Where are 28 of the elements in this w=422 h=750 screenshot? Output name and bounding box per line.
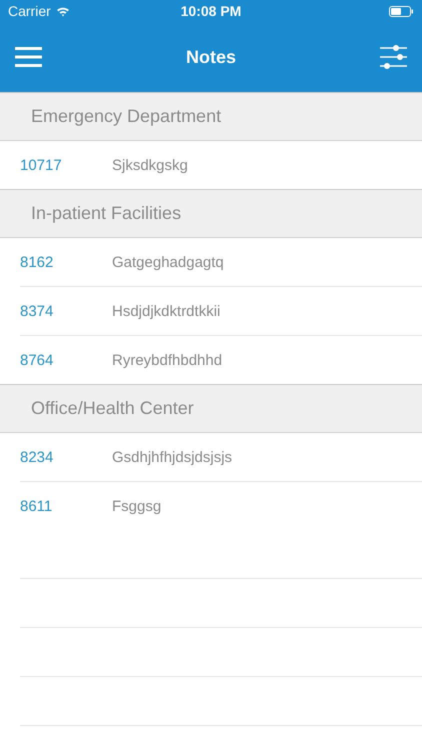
note-row[interactable]: 8234 Gsdhjhfhjdsjdsjsjs [20,433,422,482]
note-text: Gsdhjhfhjdsjdsjsjs [112,448,232,466]
note-row[interactable]: 8611 Fsggsg [0,482,422,530]
note-text: Gatgeghadgagtq [112,254,224,270]
note-number: 8611 [20,498,54,514]
status-time: 10:08 PM [180,3,242,19]
note-number: 10717 [20,156,63,174]
filter-sliders-icon[interactable] [380,45,407,69]
note-row[interactable]: 10717 Sjksdkgskg [0,141,422,189]
section-title: Office/Health Center [31,398,194,419]
note-text: Fsggsg [112,498,162,514]
screen-title: Notes [186,46,236,68]
note-number: 8374 [20,302,54,320]
note-number: 8764 [20,352,54,368]
note-text: Ryreybdfhbdhhd [112,352,222,368]
carrier-label: Carrier [8,3,51,19]
note-row[interactable]: 8162 Gatgeghadgagtq [20,238,422,287]
section-title: In-patient Facilities [31,203,182,224]
battery-icon [389,6,414,16]
menu-icon[interactable] [15,47,42,67]
note-number: 8234 [20,448,54,466]
note-row[interactable]: 8374 Hsdjdjkdktrdtkkii [20,287,422,336]
wifi-icon [56,6,70,16]
note-text: Hsdjdjkdktrdtkkii [112,302,220,320]
note-row[interactable]: 8764 Ryreybdfhbdhhd [0,336,422,384]
note-text: Sjksdkgskg [112,156,188,174]
note-number: 8162 [20,254,54,270]
section-title: Emergency Department [31,106,222,127]
